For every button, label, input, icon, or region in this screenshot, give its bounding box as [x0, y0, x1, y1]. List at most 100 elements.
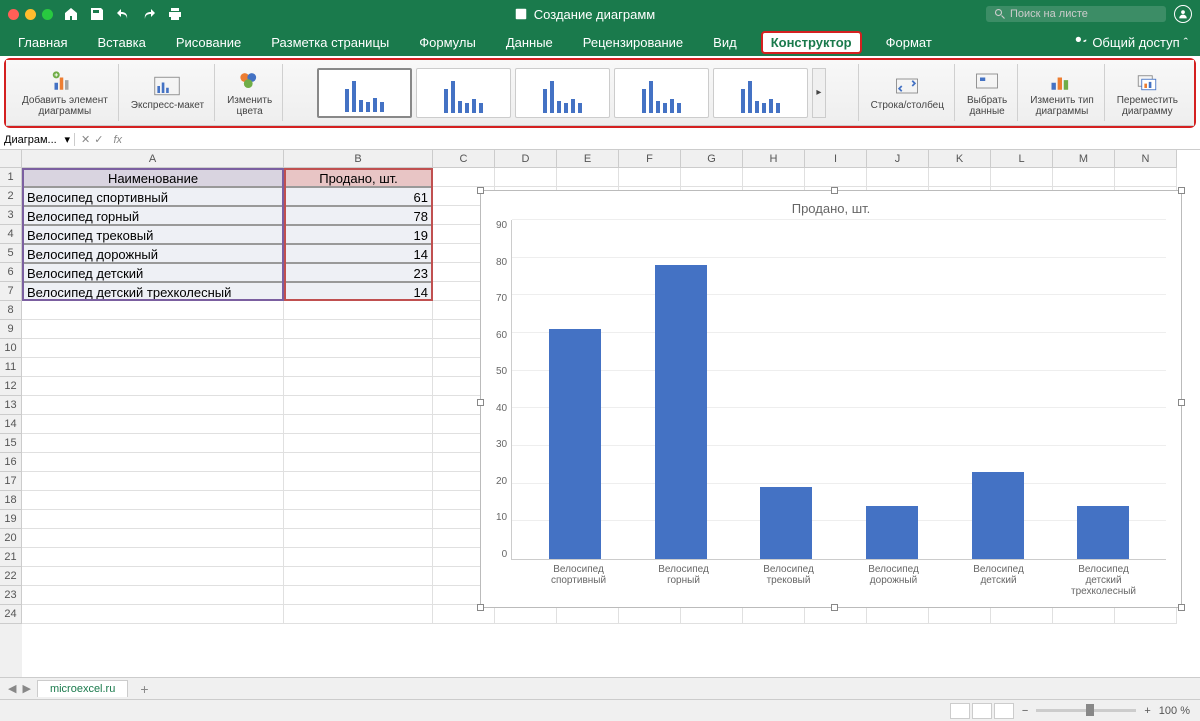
column-header-B[interactable]: B: [284, 150, 433, 168]
cell-A4[interactable]: Велосипед трековый: [22, 225, 284, 244]
column-headers[interactable]: ABCDEFGHIJKLMN: [22, 150, 1177, 168]
zoom-out-button[interactable]: −: [1022, 705, 1028, 717]
row-header-24[interactable]: 24: [0, 605, 22, 624]
row-header-6[interactable]: 6: [0, 263, 22, 282]
chart-style-2[interactable]: [416, 68, 511, 118]
row-header-5[interactable]: 5: [0, 244, 22, 263]
chart-style-5[interactable]: [713, 68, 808, 118]
row-header-17[interactable]: 17: [0, 472, 22, 491]
zoom-in-button[interactable]: +: [1144, 705, 1150, 717]
cell-A24[interactable]: [22, 605, 284, 624]
cell-E1[interactable]: [557, 168, 619, 187]
page-break-view-icon[interactable]: [994, 703, 1014, 719]
row-header-1[interactable]: 1: [0, 168, 22, 187]
column-header-N[interactable]: N: [1115, 150, 1177, 168]
cell-L1[interactable]: [991, 168, 1053, 187]
chart-object[interactable]: Продано, шт. 9080706050403020100 Велосип…: [480, 190, 1182, 608]
cell-B12[interactable]: [284, 377, 433, 396]
sheet-nav-prev[interactable]: ◀: [8, 682, 16, 695]
row-header-22[interactable]: 22: [0, 567, 22, 586]
column-header-A[interactable]: A: [22, 150, 284, 168]
column-header-G[interactable]: G: [681, 150, 743, 168]
tab-design[interactable]: Конструктор: [761, 31, 862, 54]
cell-K1[interactable]: [929, 168, 991, 187]
cell-A15[interactable]: [22, 434, 284, 453]
change-colors-button[interactable]: Изменить цвета: [217, 64, 283, 121]
zoom-level[interactable]: 100 %: [1159, 705, 1190, 717]
cell-I1[interactable]: [805, 168, 867, 187]
home-icon[interactable]: [63, 6, 79, 22]
cell-A21[interactable]: [22, 548, 284, 567]
row-headers[interactable]: 123456789101112131415161718192021222324: [0, 168, 22, 696]
row-header-21[interactable]: 21: [0, 548, 22, 567]
resize-handle[interactable]: [1178, 604, 1185, 611]
cell-B15[interactable]: [284, 434, 433, 453]
tab-view[interactable]: Вид: [707, 31, 743, 54]
chart-bar[interactable]: [1077, 506, 1129, 559]
add-sheet-button[interactable]: +: [134, 681, 154, 697]
cell-B1[interactable]: Продано, шт.: [284, 168, 433, 187]
column-header-M[interactable]: M: [1053, 150, 1115, 168]
cell-B18[interactable]: [284, 491, 433, 510]
cell-B6[interactable]: 23: [284, 263, 433, 282]
undo-icon[interactable]: [115, 6, 131, 22]
cell-A20[interactable]: [22, 529, 284, 548]
cell-A12[interactable]: [22, 377, 284, 396]
tab-format[interactable]: Формат: [880, 31, 938, 54]
column-header-D[interactable]: D: [495, 150, 557, 168]
cell-A13[interactable]: [22, 396, 284, 415]
cell-B7[interactable]: 14: [284, 282, 433, 301]
row-header-19[interactable]: 19: [0, 510, 22, 529]
cell-A2[interactable]: Велосипед спортивный: [22, 187, 284, 206]
chevron-down-icon[interactable]: ▾: [64, 133, 70, 146]
view-buttons[interactable]: [950, 703, 1014, 719]
row-header-8[interactable]: 8: [0, 301, 22, 320]
minimize-icon[interactable]: [25, 9, 36, 20]
cell-B10[interactable]: [284, 339, 433, 358]
column-header-J[interactable]: J: [867, 150, 929, 168]
chart-bar[interactable]: [549, 329, 601, 559]
cell-A23[interactable]: [22, 586, 284, 605]
sheet-tab[interactable]: microexcel.ru: [37, 680, 128, 697]
tab-data[interactable]: Данные: [500, 31, 559, 54]
cell-A5[interactable]: Велосипед дорожный: [22, 244, 284, 263]
row-header-7[interactable]: 7: [0, 282, 22, 301]
user-icon[interactable]: [1174, 5, 1192, 23]
cell-A7[interactable]: Велосипед детский трехколесный: [22, 282, 284, 301]
row-header-20[interactable]: 20: [0, 529, 22, 548]
row-header-16[interactable]: 16: [0, 453, 22, 472]
cell-A22[interactable]: [22, 567, 284, 586]
resize-handle[interactable]: [831, 187, 838, 194]
column-header-E[interactable]: E: [557, 150, 619, 168]
zoom-slider[interactable]: [1036, 709, 1136, 712]
resize-handle[interactable]: [477, 187, 484, 194]
tab-layout[interactable]: Разметка страницы: [265, 31, 395, 54]
tab-insert[interactable]: Вставка: [91, 31, 151, 54]
row-header-2[interactable]: 2: [0, 187, 22, 206]
cell-A8[interactable]: [22, 301, 284, 320]
share-button[interactable]: Общий доступ ˆ: [1074, 35, 1188, 50]
chart-bar[interactable]: [760, 487, 812, 559]
cell-D1[interactable]: [495, 168, 557, 187]
chart-style-3[interactable]: [515, 68, 610, 118]
cell-J1[interactable]: [867, 168, 929, 187]
cells-area[interactable]: НаименованиеПродано, шт.Велосипед спорти…: [22, 168, 1200, 696]
row-header-23[interactable]: 23: [0, 586, 22, 605]
cell-A6[interactable]: Велосипед детский: [22, 263, 284, 282]
select-data-button[interactable]: Выбрать данные: [957, 64, 1018, 121]
styles-next-button[interactable]: ▸: [812, 68, 826, 118]
formula-buttons[interactable]: ✕ ✓: [75, 133, 109, 146]
chart-plot-area[interactable]: [511, 220, 1166, 560]
cell-B3[interactable]: 78: [284, 206, 433, 225]
redo-icon[interactable]: [141, 6, 157, 22]
confirm-icon[interactable]: ✓: [94, 133, 103, 146]
cell-M1[interactable]: [1053, 168, 1115, 187]
cell-B21[interactable]: [284, 548, 433, 567]
save-icon[interactable]: [89, 6, 105, 22]
tab-home[interactable]: Главная: [12, 31, 73, 54]
cell-B17[interactable]: [284, 472, 433, 491]
resize-handle[interactable]: [1178, 187, 1185, 194]
maximize-icon[interactable]: [42, 9, 53, 20]
change-chart-type-button[interactable]: Изменить тип диаграммы: [1020, 64, 1104, 121]
cell-H1[interactable]: [743, 168, 805, 187]
